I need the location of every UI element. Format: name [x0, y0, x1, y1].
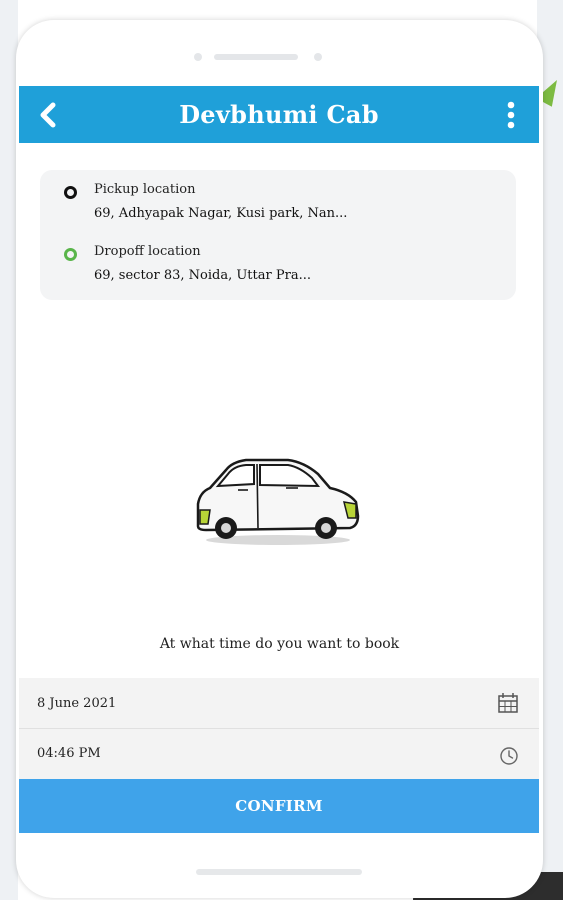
dropoff-address: 69, sector 83, Noida, Uttar Pra... [94, 268, 311, 283]
app-title: Devbhumi Cab [179, 100, 379, 129]
pickup-address: 69, Adhyapak Nagar, Kusi park, Nan... [94, 206, 348, 221]
camera-dot [194, 53, 202, 61]
dropoff-label: Dropoff location [94, 244, 201, 259]
location-card: Pickup location 69, Adhyapak Nagar, Kusi… [40, 170, 516, 300]
calendar-icon[interactable] [497, 692, 519, 714]
time-value: 04:46 PM [37, 746, 101, 761]
pickup-label: Pickup location [94, 182, 196, 197]
app-bar: Devbhumi Cab [19, 86, 539, 143]
clock-icon[interactable] [499, 746, 519, 766]
home-indicator [196, 869, 362, 875]
time-field[interactable]: 04:46 PM [19, 729, 539, 779]
car-icon [196, 458, 360, 545]
pickup-marker-icon [64, 186, 77, 199]
date-field[interactable]: 8 June 2021 [19, 678, 539, 729]
sensor-dot [314, 53, 322, 61]
confirm-button[interactable]: CONFIRM [19, 779, 539, 833]
phone-frame: Devbhumi Cab Pickup location 69, Adhyapa… [16, 20, 543, 898]
date-value: 8 June 2021 [37, 696, 117, 711]
booking-time-prompt: At what time do you want to book [159, 636, 400, 652]
dropoff-marker-icon [64, 248, 77, 261]
more-vertical-icon[interactable] [501, 99, 521, 131]
speaker-grille [214, 54, 298, 60]
